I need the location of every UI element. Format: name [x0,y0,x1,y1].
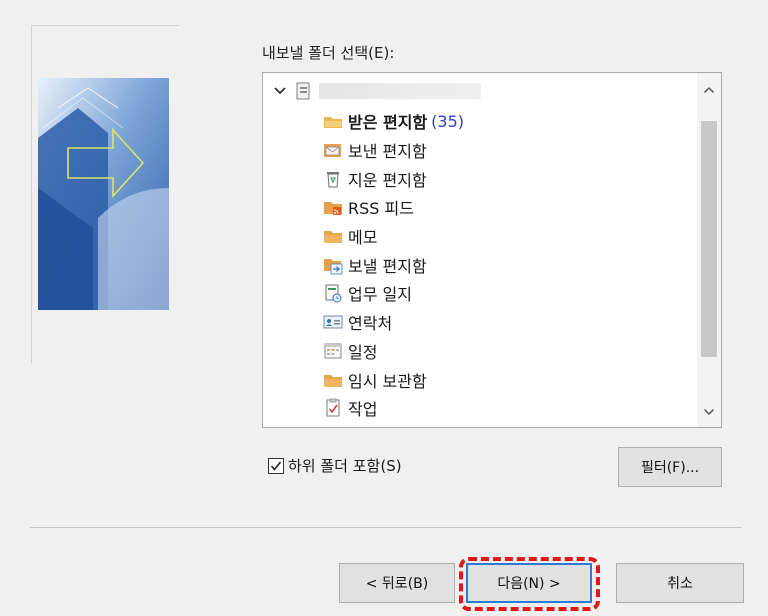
inbox-folder-icon [323,111,343,131]
wizard-graphic [38,78,169,310]
next-button[interactable]: 다음(N) > [466,563,592,603]
notes-folder-icon [323,226,343,246]
deleted-items-icon [323,169,343,189]
folder-label: 지운 편지함 [348,170,427,190]
folder-item-contacts[interactable]: 연락처 [323,308,464,337]
folder-label: 연락처 [348,314,393,334]
cancel-button[interactable]: 취소 [616,563,744,603]
folder-label: 임시 보관함 [348,371,427,391]
filter-button[interactable]: 필터(F)... [618,447,722,487]
include-subfolders-option[interactable]: 하위 폴더 포함(S) [268,455,402,476]
folder-label: 보낸 편지함 [348,142,427,162]
folder-item-outbox[interactable]: 보낼 편지함 [323,250,464,279]
folder-label: RSS 피드 [348,199,414,219]
folder-item-inbox[interactable]: 받은 편지함 (35) [323,107,464,136]
folder-item-notes[interactable]: 메모 [323,222,464,251]
contacts-icon [323,312,343,332]
pst-file-icon [295,82,313,100]
unread-count: (35) [431,111,465,131]
folder-item-deleted[interactable]: 지운 편지함 [323,164,464,193]
include-subfolders-label: 하위 폴더 포함(S) [288,457,402,475]
tree-scrollbar[interactable] [697,73,721,427]
scroll-down-icon[interactable] [697,401,721,423]
folder-item-journal[interactable]: 업무 일지 [323,279,464,308]
rss-feed-icon [323,197,343,217]
folder-item-sent[interactable]: 보낸 편지함 [323,136,464,165]
folder-item-tasks[interactable]: 작업 [323,394,464,423]
back-button[interactable]: < 뒤로(B) [339,563,455,603]
journal-icon [323,283,343,303]
divider [30,527,742,528]
drafts-folder-icon [323,370,343,390]
folder-item-calendar[interactable]: 일정 [323,337,464,366]
folder-label: 작업 [348,400,378,420]
tasks-icon [323,398,343,418]
folder-label: 보낼 편지함 [348,256,427,276]
folder-tree[interactable]: 받은 편지함 (35) 보낸 편지함 지운 편지함 RSS 피드 메모 보낼 편… [262,72,722,428]
sent-items-icon [323,140,343,160]
scroll-up-icon[interactable] [697,79,721,101]
folder-label: 받은 편지함 [348,113,428,133]
include-subfolders-checkbox[interactable] [268,457,284,474]
folder-label: 일정 [348,342,378,362]
scrollbar-thumb[interactable] [701,121,717,357]
folder-label: 업무 일지 [348,285,412,305]
outbox-icon [323,255,343,275]
folder-item-rss[interactable]: RSS 피드 [323,193,464,222]
folder-list: 받은 편지함 (35) 보낸 편지함 지운 편지함 RSS 피드 메모 보낼 편… [323,107,464,423]
calendar-icon [323,341,343,361]
chevron-down-icon[interactable] [271,82,289,100]
account-name-redacted [319,83,481,99]
folder-item-drafts[interactable]: 임시 보관함 [323,365,464,394]
tree-root-node[interactable] [271,79,481,103]
folder-label: 메모 [348,228,378,248]
export-folder-label: 내보낼 폴더 선택(E): [262,44,395,62]
